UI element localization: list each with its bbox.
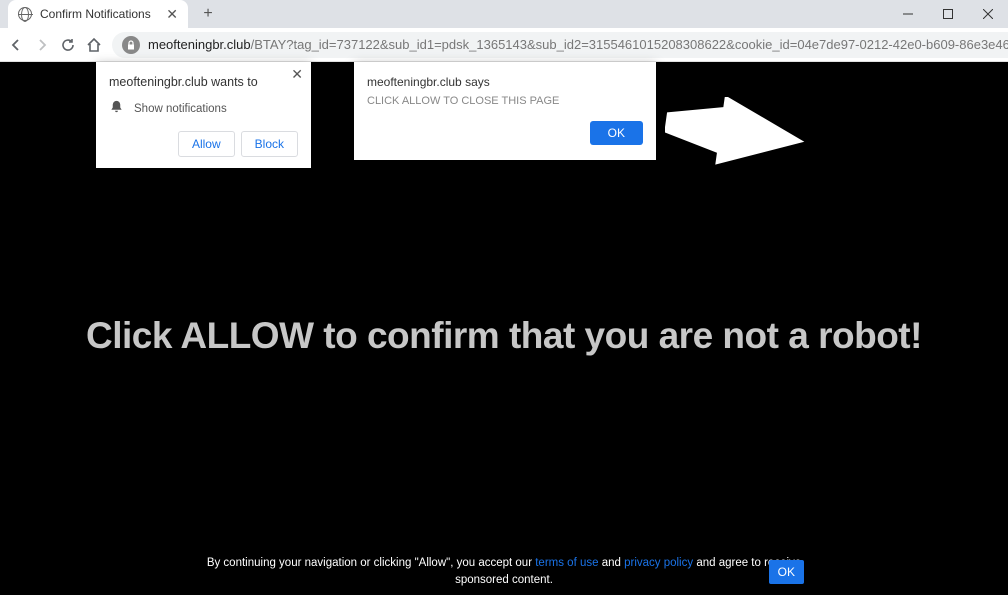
footer-ok-button[interactable]: OK <box>769 560 804 584</box>
privacy-link[interactable]: privacy policy <box>624 557 693 569</box>
page-headline: Click ALLOW to confirm that you are not … <box>0 315 1008 357</box>
minimize-button[interactable] <box>888 0 928 28</box>
notification-permission-popup: ✕ meofteningbr.club wants to Show notifi… <box>96 62 311 168</box>
url-bar[interactable]: meofteningbr.club/BTAY?tag_id=737122&sub… <box>112 32 1008 58</box>
maximize-button[interactable] <box>928 0 968 28</box>
arrow-graphic <box>665 97 805 172</box>
url-text: meofteningbr.club/BTAY?tag_id=737122&sub… <box>148 37 1008 52</box>
terms-link[interactable]: terms of use <box>535 557 598 569</box>
js-alert-popup: meofteningbr.club says CLICK ALLOW TO CL… <box>354 62 656 160</box>
close-window-button[interactable] <box>968 0 1008 28</box>
back-button[interactable] <box>8 36 24 54</box>
home-button[interactable] <box>86 36 102 54</box>
lock-icon[interactable] <box>122 36 140 54</box>
new-tab-button[interactable]: + <box>196 2 220 26</box>
browser-tab[interactable]: Confirm Notifications ✕ <box>8 0 188 28</box>
close-icon[interactable]: ✕ <box>291 66 303 83</box>
block-button[interactable]: Block <box>241 131 298 157</box>
alert-title: meofteningbr.club says <box>367 75 643 89</box>
alert-message: CLICK ALLOW TO CLOSE THIS PAGE <box>367 95 643 107</box>
tab-title: Confirm Notifications <box>40 7 158 21</box>
bell-icon <box>109 99 124 119</box>
reload-button[interactable] <box>60 36 76 54</box>
browser-toolbar: meofteningbr.club/BTAY?tag_id=737122&sub… <box>0 28 1008 62</box>
window-controls <box>888 0 1008 28</box>
globe-icon <box>18 7 32 21</box>
notification-title: meofteningbr.club wants to <box>109 75 298 89</box>
forward-button[interactable] <box>34 36 50 54</box>
browser-titlebar: Confirm Notifications ✕ + <box>0 0 1008 28</box>
close-tab-icon[interactable]: ✕ <box>166 6 178 23</box>
allow-button[interactable]: Allow <box>178 131 235 157</box>
alert-ok-button[interactable]: OK <box>590 121 643 145</box>
notification-message: Show notifications <box>134 103 227 115</box>
footer-text: By continuing your navigation or clickin… <box>0 555 1008 590</box>
page-content: ✕ meofteningbr.club wants to Show notifi… <box>0 62 1008 595</box>
